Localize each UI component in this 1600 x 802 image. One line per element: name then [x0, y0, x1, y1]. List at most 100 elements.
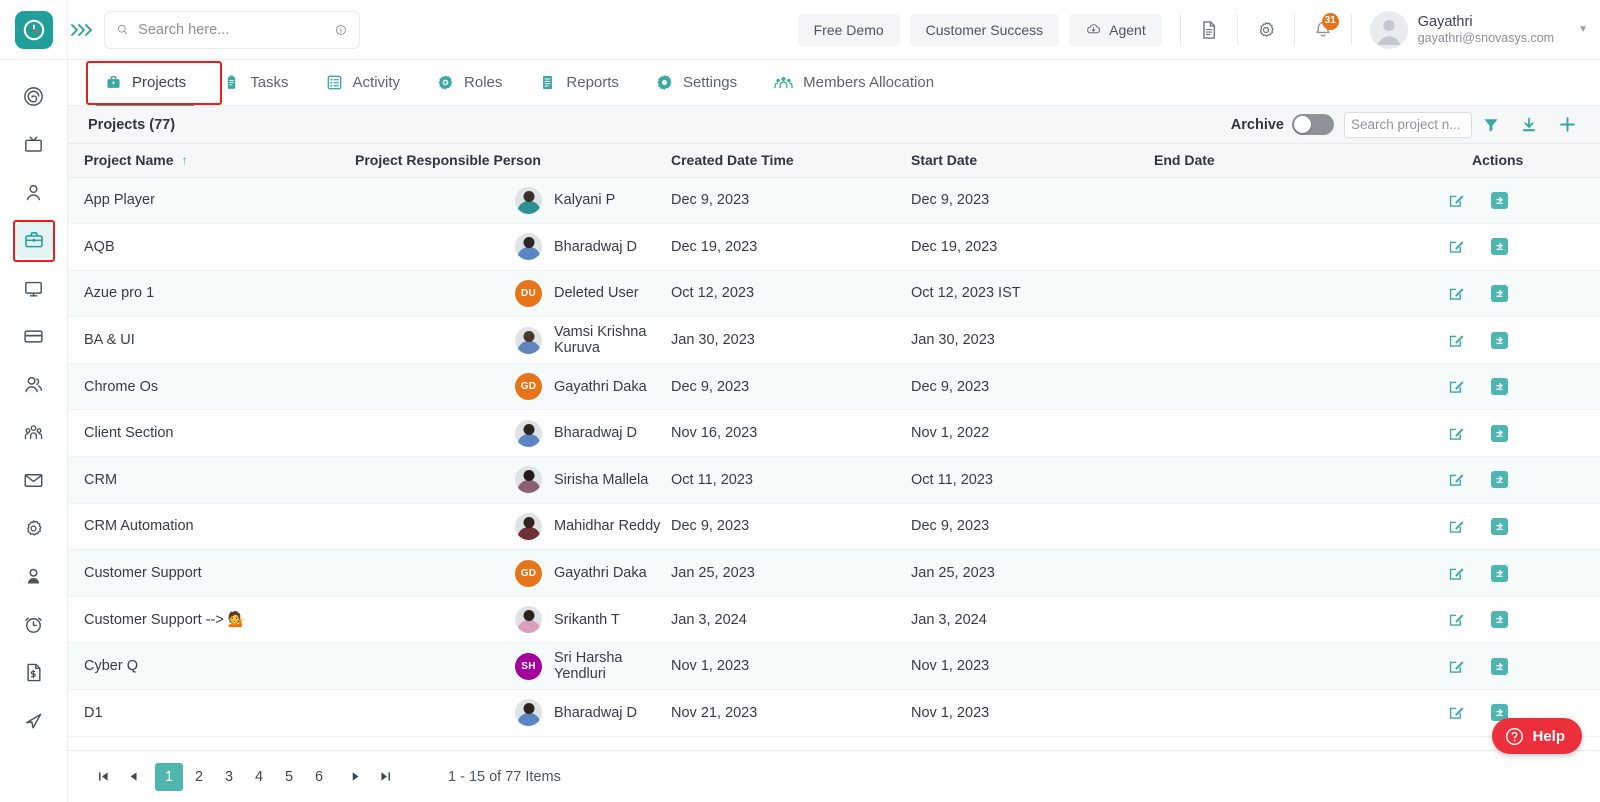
table-row[interactable]: CRM Sirisha Mallela Oct 11, 2023 Oct 11, 20… — [68, 456, 1600, 504]
sidebar-item-tv[interactable] — [0, 120, 68, 168]
user-email: gayathri@snovasys.com — [1417, 30, 1555, 45]
sidebar-item-mail[interactable] — [0, 456, 68, 504]
edit-pencil-icon[interactable] — [1448, 425, 1465, 442]
sidebar-item-dashboard[interactable] — [0, 72, 68, 120]
table-row[interactable]: D1 Bharadwaj D Nov 21, 2023 Nov 1, 2023 — [68, 689, 1600, 737]
cell-end-date — [1154, 457, 1430, 504]
table-row[interactable]: AQB Bharadwaj D Dec 19, 2023 Dec 19, 2023 — [68, 223, 1600, 271]
edit-pencil-icon[interactable] — [1448, 378, 1465, 395]
table-row[interactable]: Customer Support GD Gayathri Daka Jan 25, 2… — [68, 549, 1600, 597]
agent-button[interactable]: Agent — [1069, 13, 1162, 46]
archive-box-icon[interactable] — [1491, 564, 1508, 582]
next-page-button[interactable] — [340, 762, 370, 792]
tab-settings[interactable]: Settings — [637, 60, 755, 106]
edit-pencil-icon[interactable] — [1448, 704, 1465, 721]
user-menu[interactable]: Gayathri gayathri@snovasys.com ▼ — [1360, 10, 1600, 49]
documents-button[interactable] — [1189, 10, 1229, 50]
archive-box-icon[interactable] — [1491, 611, 1508, 629]
table-row[interactable]: Cyber Q SH Sri Harsha Yendluri Nov 1, 2023 N… — [68, 642, 1600, 690]
tab-reports[interactable]: Reports — [520, 60, 637, 106]
edit-pencil-icon[interactable] — [1448, 611, 1465, 628]
tab-tasks[interactable]: Tasks — [204, 60, 306, 106]
tab-roles[interactable]: Roles — [418, 60, 520, 106]
last-page-button[interactable] — [370, 762, 400, 792]
filter-button[interactable] — [1472, 110, 1510, 140]
table-row[interactable]: Customer Support --> 💁 Srikanth T Jan 3, 2… — [68, 596, 1600, 643]
sidebar-item-account[interactable] — [0, 552, 68, 600]
edit-pencil-icon[interactable] — [1448, 238, 1465, 255]
free-demo-button[interactable]: Free Demo — [797, 13, 900, 46]
archive-box-icon[interactable] — [1491, 191, 1508, 209]
edit-pencil-icon[interactable] — [1448, 285, 1465, 302]
archive-box-icon[interactable] — [1491, 238, 1508, 256]
cell-start-date: Oct 12, 2023 IST — [911, 285, 1021, 302]
page-number-4[interactable]: 4 — [245, 763, 273, 791]
search-input[interactable] — [138, 21, 326, 38]
column-header-responsible-person[interactable]: Project Responsible Person — [293, 144, 671, 178]
add-project-button[interactable] — [1548, 110, 1586, 140]
notifications-button[interactable]: 31 — [1303, 10, 1343, 50]
tab-bar: Projects Tasks Activity Roles Reports Se… — [68, 60, 1600, 106]
sidebar-item-monitor[interactable] — [0, 264, 68, 312]
sort-asc-arrow-icon[interactable]: ↑ — [181, 153, 187, 167]
person-name: Vamsi Krishna Kuruva — [554, 324, 647, 357]
sidebar-item-profile[interactable] — [0, 168, 68, 216]
app-root: Free Demo Customer Success Agent — [0, 0, 1600, 802]
header-settings-button[interactable] — [1246, 10, 1286, 50]
page-number-2[interactable]: 2 — [185, 763, 213, 791]
archive-box-icon[interactable] — [1491, 424, 1508, 442]
archive-box-icon[interactable] — [1491, 378, 1508, 396]
sidebar-item-send[interactable] — [0, 696, 68, 744]
table-row[interactable]: BA & UI Vamsi Krishna Kuruva Jan 30, 2023 J… — [68, 316, 1600, 364]
sidebar-item-settings[interactable] — [0, 504, 68, 552]
chevron-down-icon[interactable]: ▼ — [1578, 24, 1588, 35]
column-header-end-date[interactable]: End Date — [1154, 144, 1430, 178]
table-row[interactable]: Chrome Os GD Gayathri Daka Dec 9, 2023 Dec 9… — [68, 363, 1600, 410]
first-page-button[interactable] — [88, 762, 118, 792]
table-row[interactable]: App Player Kalyani P Dec 9, 2023 Dec 9, 202… — [68, 177, 1600, 224]
page-number-5[interactable]: 5 — [275, 763, 303, 791]
project-search[interactable] — [1344, 111, 1472, 138]
app-logo[interactable] — [14, 10, 53, 49]
table-row[interactable]: Azue pro 1 DU Deleted User Oct 12, 2023 Oct … — [68, 270, 1600, 317]
edit-pencil-icon[interactable] — [1448, 192, 1465, 209]
tab-projects[interactable]: Projects — [86, 60, 204, 106]
archive-box-icon[interactable] — [1491, 657, 1508, 675]
page-number-6[interactable]: 6 — [305, 763, 333, 791]
sidebar-item-teams[interactable] — [0, 408, 68, 456]
sidebar-item-projects[interactable] — [0, 216, 68, 264]
archive-box-icon[interactable] — [1491, 471, 1508, 489]
table-row[interactable]: CRM Automation Mahidhar Reddy Dec 9, 2023 D… — [68, 503, 1600, 550]
page-number-3[interactable]: 3 — [215, 763, 243, 791]
panel-header: Projects (77) Archive — [68, 106, 1600, 144]
prev-page-button[interactable] — [118, 762, 148, 792]
page-number-1[interactable]: 1 — [155, 762, 183, 791]
sidebar-expand-button[interactable] — [68, 23, 98, 37]
project-search-input[interactable] — [1351, 117, 1465, 132]
archive-box-icon[interactable] — [1491, 331, 1508, 349]
customer-success-button[interactable]: Customer Success — [909, 13, 1060, 46]
column-header-start-date[interactable]: Start Date — [911, 144, 1154, 178]
download-button[interactable] — [1510, 110, 1548, 140]
help-button[interactable]: Help — [1492, 718, 1582, 754]
projects-table-container[interactable]: Project Name ↑ Project Responsible Perso… — [68, 144, 1600, 750]
sidebar-item-payments[interactable] — [0, 312, 68, 360]
sidebar-item-invoice[interactable] — [0, 648, 68, 696]
tab-members-allocation[interactable]: Members Allocation — [755, 60, 952, 106]
edit-pencil-icon[interactable] — [1448, 332, 1465, 349]
sidebar-item-timer[interactable] — [0, 600, 68, 648]
edit-pencil-icon[interactable] — [1448, 658, 1465, 675]
archive-toggle[interactable] — [1292, 114, 1334, 135]
column-header-created-date[interactable]: Created Date Time — [671, 144, 911, 178]
tab-activity[interactable]: Activity — [307, 60, 419, 106]
edit-pencil-icon[interactable] — [1448, 518, 1465, 535]
edit-pencil-icon[interactable] — [1448, 471, 1465, 488]
sidebar-item-users[interactable] — [0, 360, 68, 408]
edit-pencil-icon[interactable] — [1448, 565, 1465, 582]
column-header-project-name[interactable]: Project Name ↑ — [68, 144, 293, 178]
archive-box-icon[interactable] — [1491, 517, 1508, 535]
table-row[interactable]: Client Section Bharadwaj D Nov 16, 2023 Nov… — [68, 409, 1600, 457]
global-search[interactable] — [104, 10, 360, 49]
archive-box-icon[interactable] — [1491, 284, 1508, 302]
info-icon[interactable] — [335, 21, 347, 39]
